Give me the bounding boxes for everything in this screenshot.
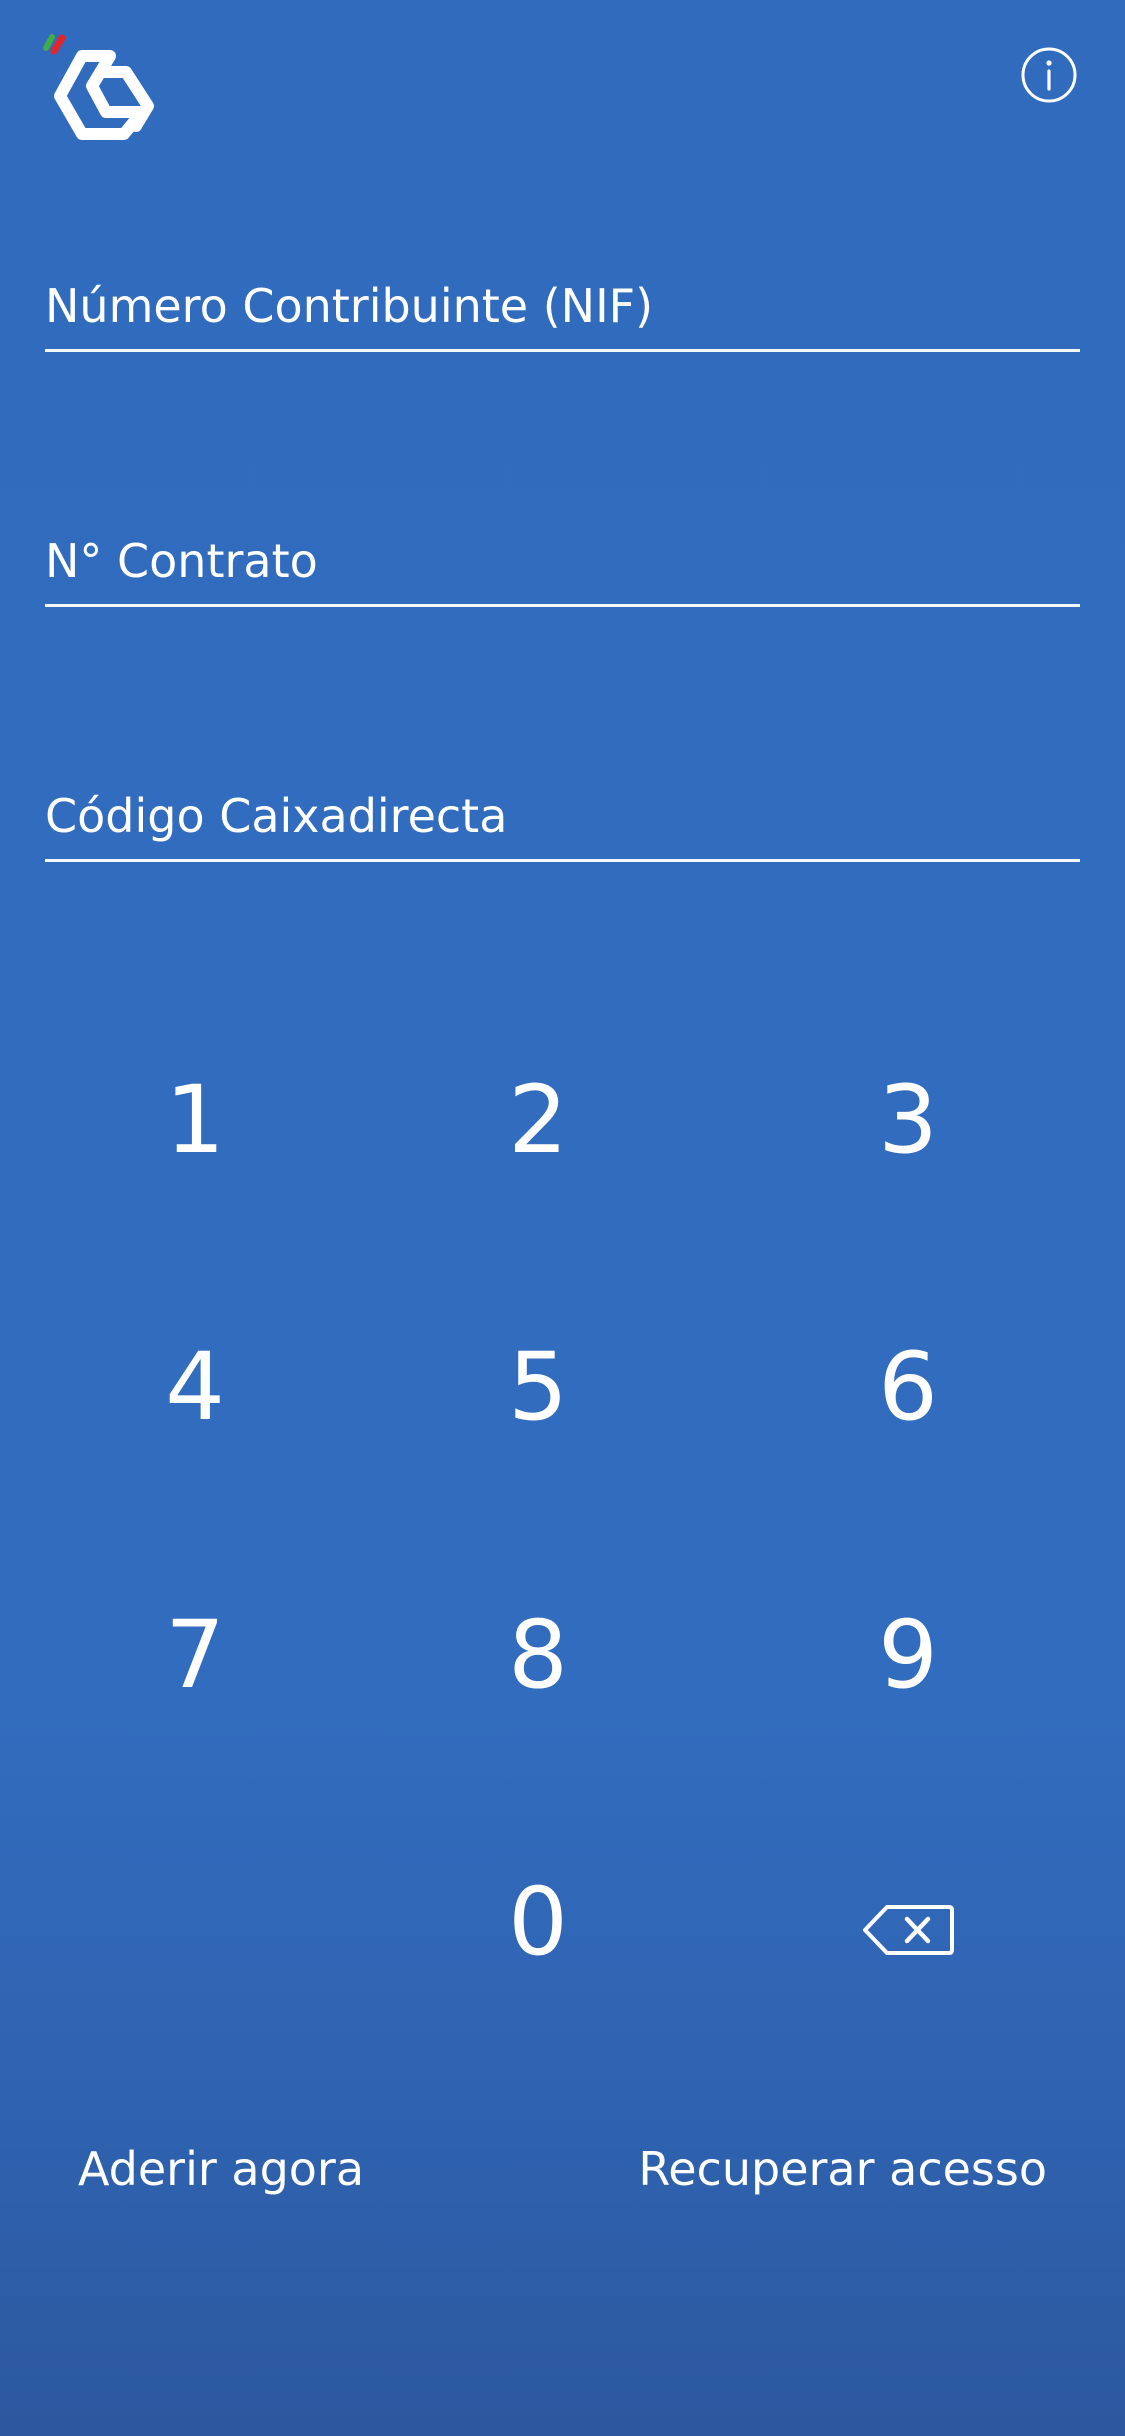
backspace-icon[interactable] [818,1880,998,1980]
key-1[interactable]: 1 [85,1040,305,1200]
key-0[interactable]: 0 [428,1842,648,2002]
key-5[interactable]: 5 [428,1307,648,1467]
cgd-logo-icon [40,34,170,146]
info-icon[interactable] [1020,46,1078,104]
key-7[interactable]: 7 [85,1575,305,1735]
join-now-link[interactable]: Aderir agora [78,2142,364,2196]
login-screen: 1 2 3 4 5 6 7 8 9 0 Aderir agora Recuper… [0,0,1125,2436]
nif-input[interactable] [45,262,1080,349]
codigo-input[interactable] [45,772,1080,859]
key-4[interactable]: 4 [85,1307,305,1467]
recover-access-link[interactable]: Recuperar acesso [638,2142,1047,2196]
key-2[interactable]: 2 [428,1040,648,1200]
key-6[interactable]: 6 [798,1307,1018,1467]
contrato-input[interactable] [45,517,1080,604]
nif-field[interactable] [45,262,1080,352]
key-9[interactable]: 9 [798,1575,1018,1735]
key-8[interactable]: 8 [428,1575,648,1735]
codigo-field[interactable] [45,772,1080,862]
contrato-field[interactable] [45,517,1080,607]
key-3[interactable]: 3 [798,1040,1018,1200]
